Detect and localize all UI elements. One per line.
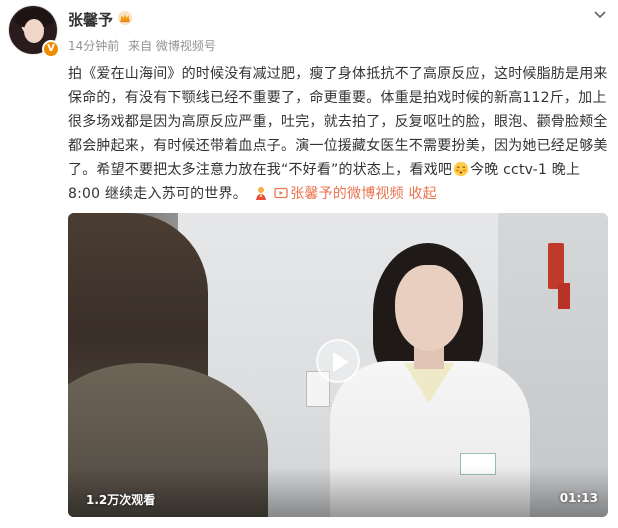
play-icon <box>333 352 349 372</box>
play-button[interactable] <box>316 339 360 383</box>
view-count: 1.2万次观看 <box>86 493 156 507</box>
blush-emoji-icon <box>453 161 469 177</box>
avatar-face <box>24 19 44 43</box>
username[interactable]: 张馨予 <box>68 9 113 30</box>
video-duration: 01:13 <box>559 491 598 505</box>
post-meta: 14分钟前 来自 微博视频号 <box>68 37 221 54</box>
crown-icon <box>118 11 132 25</box>
chevron-down-icon[interactable] <box>592 6 608 22</box>
video-link-icon <box>274 187 288 199</box>
video-frame-red-box <box>558 283 570 309</box>
post-source[interactable]: 来自 微博视频号 <box>128 39 216 53</box>
post-content: 拍《爱在山海间》的时候没有减过肥，瘦了身体抵抗不了高原反应，这时候脂肪是用来保命… <box>68 62 608 206</box>
collapse-link[interactable]: 收起 <box>408 186 436 202</box>
video-frame-doctor-face <box>395 265 463 351</box>
video-player[interactable]: 1.2万次观看 01:13 <box>68 213 608 517</box>
weibo-post: V 张馨予 14分钟前 来自 微博视频号 拍《爱在山海间》的时候没有减过肥，瘦了… <box>0 0 618 528</box>
pray-emoji-icon <box>255 187 266 200</box>
post-time[interactable]: 14分钟前 <box>68 39 119 53</box>
video-link[interactable]: 张馨予的微博视频 <box>274 186 404 202</box>
verified-badge-icon: V <box>42 40 60 58</box>
video-link-label: 张馨予的微博视频 <box>290 186 404 202</box>
